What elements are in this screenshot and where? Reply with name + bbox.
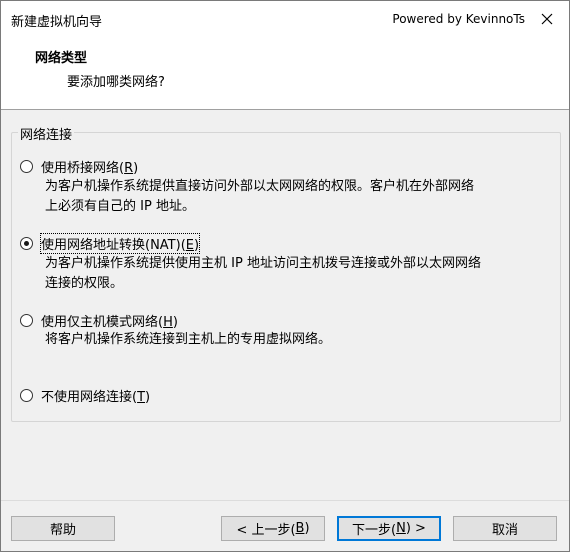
window-title: 新建虚拟机向导 bbox=[11, 15, 103, 30]
option-bridged-description: 为客户机操作系统提供直接访问外部以太网网络的权限。客户机在外部网络 上必须有自己… bbox=[45, 179, 475, 214]
option-nat-description: 为客户机操作系统提供使用主机 IP 地址访问主机拨号连接或外部以太网网络 连接的… bbox=[45, 256, 481, 291]
radio-host-only[interactable] bbox=[20, 314, 33, 327]
back-button[interactable]: < 上一步(B) bbox=[221, 516, 325, 541]
option-host-only-label[interactable]: 使用仅主机模式网络(H) bbox=[41, 311, 178, 330]
network-connection-group: 网络连接 使用桥接网络(R) 为客户机操作系统提供直接访问外部以太网网络的权限。… bbox=[11, 124, 561, 422]
radio-nat[interactable] bbox=[20, 237, 33, 250]
wizard-window: 新建虚拟机向导 Powered by KevinnoTs 网络类型 要添加哪类网… bbox=[0, 0, 570, 552]
radio-bridged[interactable] bbox=[20, 160, 33, 173]
option-nat-label[interactable]: 使用网络地址转换(NAT)(E) bbox=[39, 233, 201, 254]
close-icon bbox=[541, 13, 553, 25]
help-button[interactable]: 帮助 bbox=[11, 516, 115, 541]
close-button[interactable] bbox=[525, 1, 569, 37]
page-title: 网络类型 bbox=[35, 51, 88, 66]
cancel-button[interactable]: 取消 bbox=[453, 516, 557, 541]
group-legend: 网络连接 bbox=[18, 124, 75, 143]
title-bar: 新建虚拟机向导 Powered by KevinnoTs bbox=[1, 1, 569, 37]
option-no-network-label[interactable]: 不使用网络连接(T) bbox=[41, 386, 150, 405]
wizard-header: 网络类型 要添加哪类网络? bbox=[1, 37, 569, 110]
footer-divider bbox=[1, 500, 569, 501]
page-subtitle: 要添加哪类网络? bbox=[67, 75, 165, 90]
option-host-only-description: 将客户机操作系统连接到主机上的专用虚拟网络。 bbox=[45, 332, 332, 347]
option-bridged-label[interactable]: 使用桥接网络(R) bbox=[41, 157, 138, 176]
radio-no-network[interactable] bbox=[20, 389, 33, 402]
next-button[interactable]: 下一步(N) > bbox=[337, 516, 441, 541]
powered-by-text: Powered by KevinnoTs bbox=[392, 12, 525, 26]
